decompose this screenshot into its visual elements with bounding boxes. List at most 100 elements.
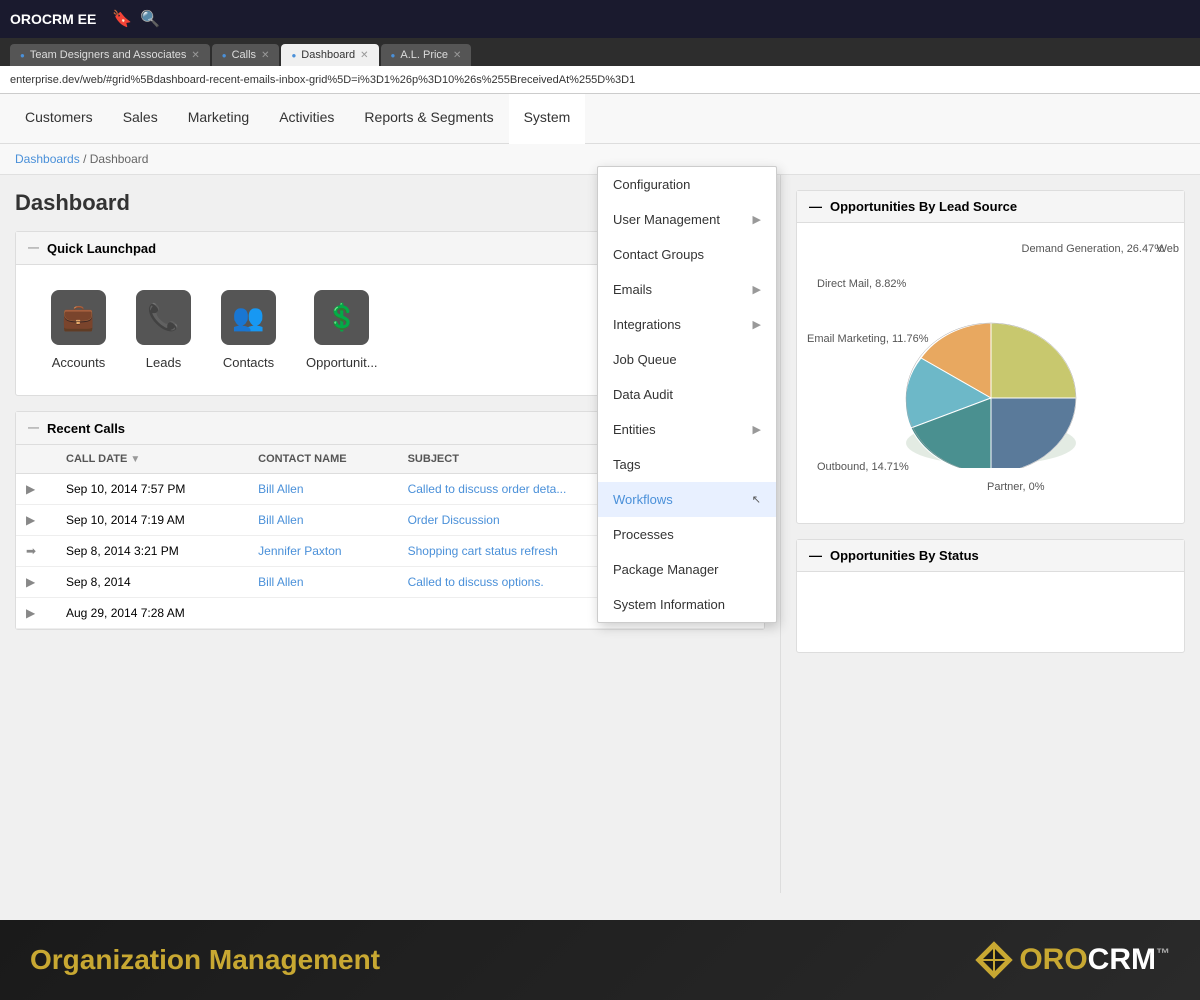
subject-link[interactable]: Called to discuss options. [408, 575, 544, 589]
tab-calls[interactable]: ● Calls ✕ [212, 44, 280, 66]
chart-label-partner: Partner, 0% [987, 481, 1045, 493]
search-icon[interactable]: 🔍 [140, 9, 160, 29]
subject-link[interactable]: Called to discuss order deta... [408, 482, 567, 496]
submenu-arrow-icon: ▶ [753, 318, 761, 331]
call-date-cell: Aug 29, 2014 7:28 AM [56, 598, 248, 629]
call-type-icon: ▶ [16, 474, 56, 505]
launchpad-contacts[interactable]: 👥 Contacts [221, 290, 276, 370]
chart-label-web: Web [1157, 243, 1179, 255]
browser-tabs: ● Team Designers and Associates ✕ ● Call… [0, 38, 1200, 66]
call-type-icon: ▶ [16, 598, 56, 629]
close-icon[interactable]: ✕ [360, 50, 368, 61]
col-icon [16, 445, 56, 474]
contact-name-cell: Bill Allen [248, 567, 397, 598]
dropdown-entities[interactable]: Entities ▶ [598, 412, 776, 447]
contact-link[interactable]: Jennifer Paxton [258, 544, 341, 558]
dropdown-contact-groups[interactable]: Contact Groups [598, 237, 776, 272]
sort-icon: ▼ [130, 454, 140, 465]
accounts-icon: 💼 [51, 290, 106, 345]
cursor-indicator: ↖ [752, 493, 761, 506]
launchpad-leads[interactable]: 📞 Leads [136, 290, 191, 370]
right-panel: — Opportunities By Lead Source Demand Ge… [780, 175, 1200, 893]
opportunities-lead-source-widget: — Opportunities By Lead Source Demand Ge… [796, 190, 1185, 524]
close-icon[interactable]: ✕ [191, 50, 199, 61]
collapse-button[interactable]: — [809, 199, 822, 214]
contact-name-cell: Bill Allen [248, 474, 397, 505]
tab-dot: ● [222, 51, 227, 60]
chart-label-directmail: Direct Mail, 8.82% [817, 278, 906, 290]
dropdown-user-management[interactable]: User Management ▶ [598, 202, 776, 237]
nav-marketing[interactable]: Marketing [173, 94, 264, 144]
chart-header: — Opportunities By Lead Source [797, 191, 1184, 223]
call-type-icon: ▶ [16, 505, 56, 536]
contact-name-cell: Jennifer Paxton [248, 536, 397, 567]
chart-body: Demand Generation, 26.47% Direct Mail, 8… [797, 223, 1184, 523]
contact-link[interactable]: Bill Allen [258, 575, 303, 589]
nav-bar: Customers Sales Marketing Activities Rep… [0, 94, 1200, 144]
submenu-arrow-icon: ▶ [753, 283, 761, 296]
call-type-icon: ➡ [16, 536, 56, 567]
subject-link[interactable]: Order Discussion [408, 513, 500, 527]
contact-name-cell [248, 598, 397, 629]
tab-dashboard[interactable]: ● Dashboard ✕ [281, 44, 378, 66]
opportunities-status-widget: — Opportunities By Status [796, 539, 1185, 653]
url-bar: enterprise.dev/web/#grid%5Bdashboard-rec… [0, 66, 1200, 94]
chart-header: — Opportunities By Status [797, 540, 1184, 572]
chart-label-demand: Demand Generation, 26.47% [1022, 243, 1165, 255]
footer-logo: OROCRM™ [974, 940, 1170, 980]
close-icon[interactable]: ✕ [453, 50, 461, 61]
bookmark-icon[interactable]: 🔖 [112, 9, 132, 29]
footer-logo-text: OROCRM™ [1019, 943, 1170, 977]
call-date-cell: Sep 10, 2014 7:19 AM [56, 505, 248, 536]
subject-link[interactable]: Shopping cart status refresh [408, 544, 558, 558]
nav-activities[interactable]: Activities [264, 94, 349, 144]
dropdown-integrations[interactable]: Integrations ▶ [598, 307, 776, 342]
chart-label-outbound: Outbound, 14.71% [817, 461, 909, 473]
nav-reports-segments[interactable]: Reports & Segments [349, 94, 508, 144]
nav-sales[interactable]: Sales [108, 94, 173, 144]
nav-customers[interactable]: Customers [10, 94, 108, 144]
top-bar: OROCRM EE 🔖 🔍 [0, 0, 1200, 38]
dropdown-system-information[interactable]: System Information [598, 587, 776, 622]
chart-label-email: Email Marketing, 11.76% [807, 333, 928, 345]
contact-name-cell: Bill Allen [248, 505, 397, 536]
dropdown-package-manager[interactable]: Package Manager [598, 552, 776, 587]
contacts-icon: 👥 [221, 290, 276, 345]
col-contact-name: CONTACT NAME [248, 445, 397, 474]
app-logo: OROCRM EE [10, 11, 96, 27]
footer-bar: Organization Management OROCRM™ [0, 920, 1200, 1000]
submenu-arrow-icon: ▶ [753, 423, 761, 436]
submenu-arrow-icon: ▶ [753, 213, 761, 226]
system-dropdown: Configuration User Management ▶ Contact … [597, 166, 777, 623]
collapse-button[interactable]: — [809, 548, 822, 563]
col-call-date[interactable]: CALL DATE ▼ [56, 445, 248, 474]
close-icon[interactable]: ✕ [261, 50, 269, 61]
orocrm-diamond-icon [974, 940, 1014, 980]
call-date-cell: Sep 8, 2014 [56, 567, 248, 598]
dropdown-tags[interactable]: Tags [598, 447, 776, 482]
pie-chart [891, 298, 1091, 468]
nav-system[interactable]: System [509, 94, 586, 144]
dropdown-data-audit[interactable]: Data Audit [598, 377, 776, 412]
launchpad-accounts[interactable]: 💼 Accounts [51, 290, 106, 370]
call-date-cell: Sep 10, 2014 7:57 PM [56, 474, 248, 505]
breadcrumb-dashboard: Dashboard [90, 152, 149, 166]
dropdown-configuration[interactable]: Configuration [598, 167, 776, 202]
dropdown-processes[interactable]: Processes [598, 517, 776, 552]
tab-team-designers[interactable]: ● Team Designers and Associates ✕ [10, 44, 210, 66]
contact-link[interactable]: Bill Allen [258, 513, 303, 527]
collapse-button[interactable]: — [28, 242, 39, 254]
tab-dot: ● [291, 51, 296, 60]
dropdown-job-queue[interactable]: Job Queue [598, 342, 776, 377]
status-chart-body [797, 572, 1184, 652]
launchpad-opportunities[interactable]: 💲 Opportunit... [306, 290, 378, 370]
dropdown-emails[interactable]: Emails ▶ [598, 272, 776, 307]
breadcrumb-dashboards[interactable]: Dashboards [15, 152, 80, 166]
dropdown-workflows[interactable]: Workflows ↖ [598, 482, 776, 517]
tab-dot: ● [20, 51, 25, 60]
contact-link[interactable]: Bill Allen [258, 482, 303, 496]
collapse-button[interactable]: — [28, 422, 39, 434]
tab-al-price[interactable]: ● A.L. Price ✕ [381, 44, 472, 66]
call-date-cell: Sep 8, 2014 3:21 PM [56, 536, 248, 567]
opportunities-icon: 💲 [314, 290, 369, 345]
